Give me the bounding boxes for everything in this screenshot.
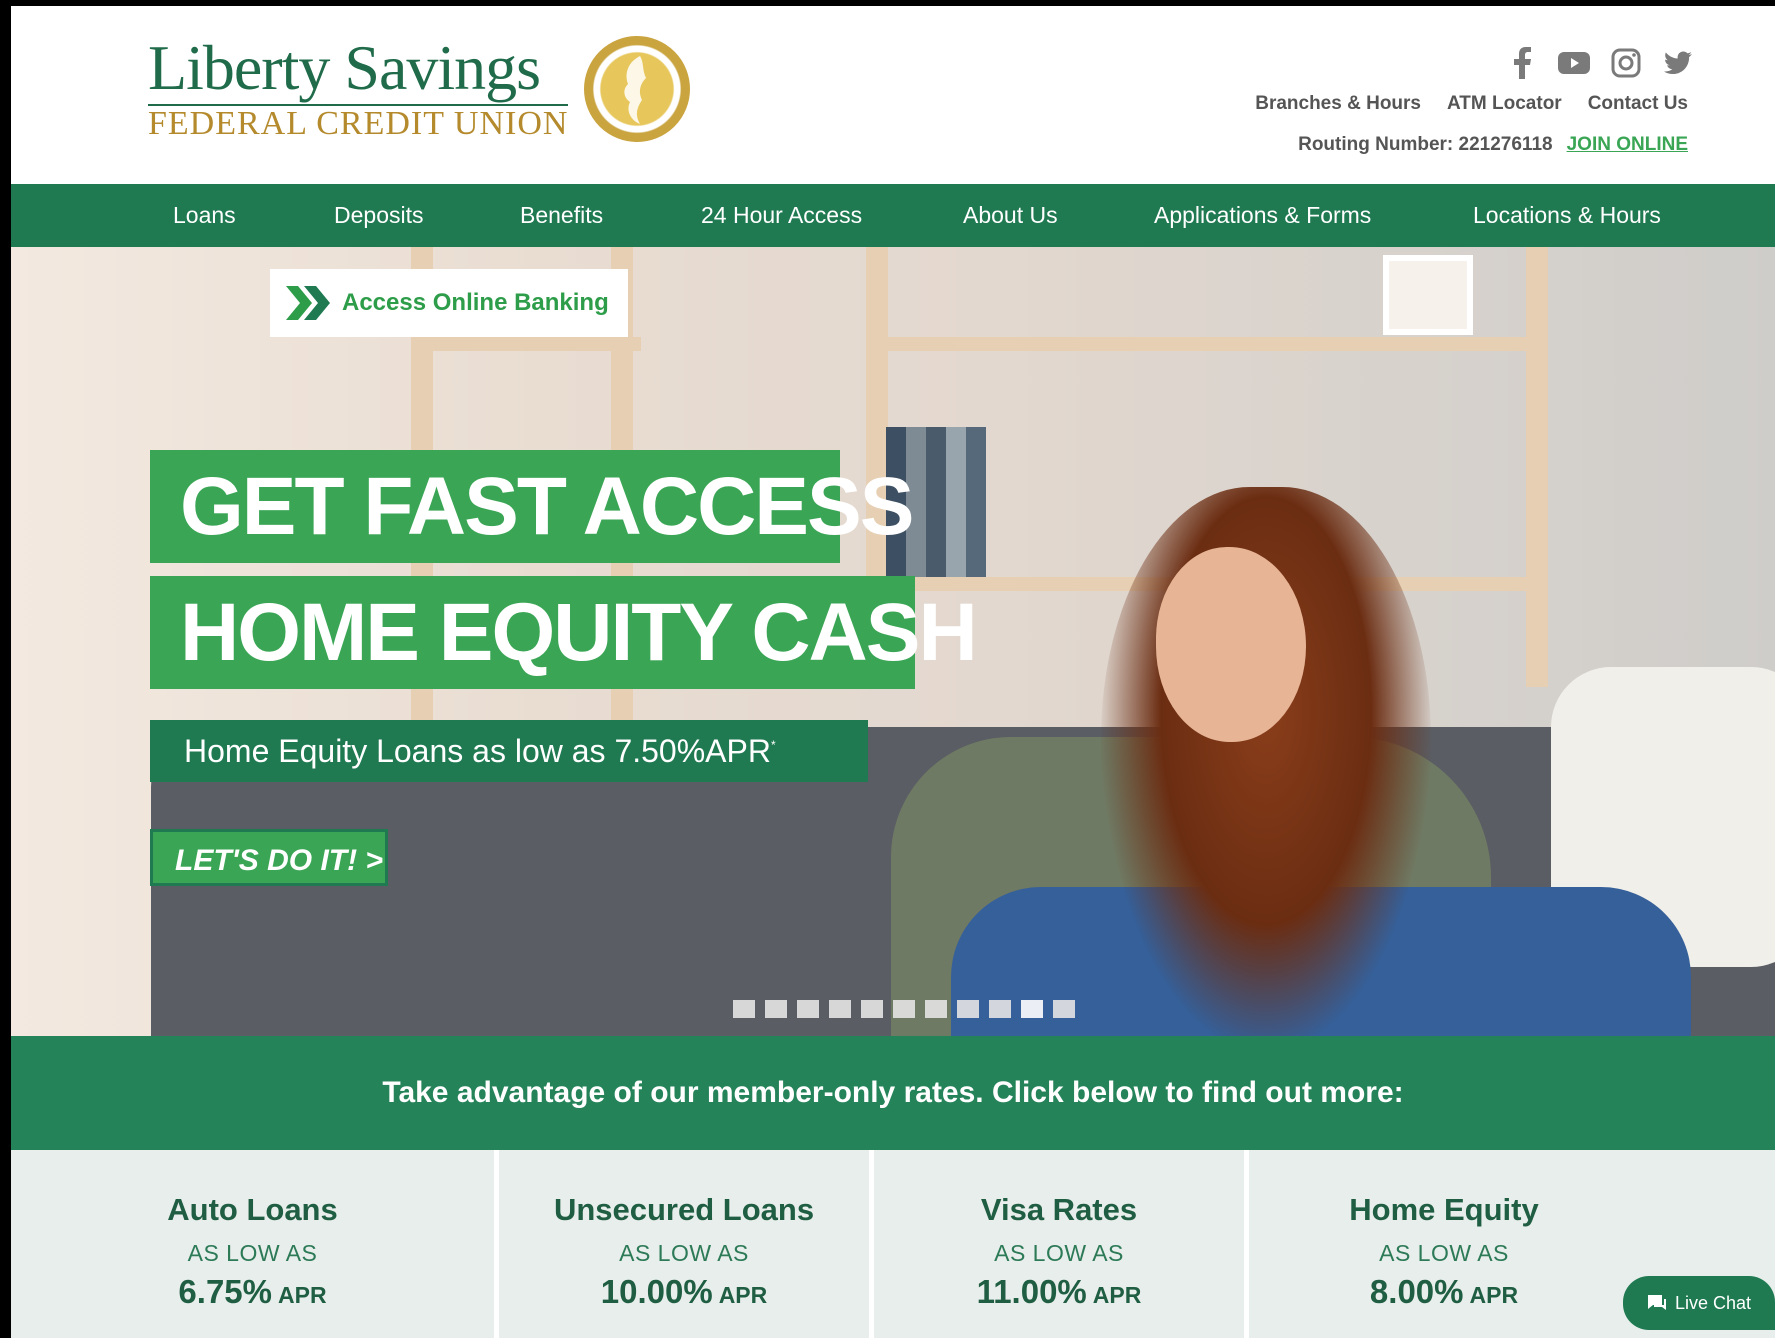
branches-hours-link[interactable]: Branches & Hours (1255, 93, 1421, 115)
person-face (1156, 547, 1306, 742)
slider-dot[interactable] (829, 1000, 851, 1018)
shelf-board (411, 337, 641, 351)
rate-value: 8.00% APR (1249, 1273, 1639, 1311)
facebook-icon[interactable] (1505, 46, 1539, 80)
twitter-icon[interactable] (1661, 46, 1695, 80)
join-online-link[interactable]: JOIN ONLINE (1567, 134, 1688, 156)
shelf-post (1526, 247, 1548, 687)
rate-as-low-as: AS LOW AS (1379, 1240, 1509, 1266)
utility-links: Branches & Hours ATM Locator Contact Us (1255, 93, 1688, 115)
nav-about-us[interactable]: About Us (963, 184, 1058, 247)
hero-subline-footnote-mark: * (770, 738, 776, 752)
slider-dot[interactable] (1053, 1000, 1075, 1018)
slider-dot[interactable] (989, 1000, 1011, 1018)
hero-slider: Access Online Banking GET FAST ACCESS HO… (11, 247, 1775, 1036)
youtube-icon[interactable] (1557, 46, 1591, 80)
slider-dot[interactable] (893, 1000, 915, 1018)
rate-as-low-as: AS LOW AS (187, 1240, 318, 1266)
rate-value: 10.00% APR (499, 1273, 869, 1311)
rate-as-low-as: AS LOW AS (994, 1240, 1124, 1266)
access-online-banking-label: Access Online Banking (342, 289, 609, 316)
rate-unit: APR (1469, 1282, 1519, 1308)
rate-unit: APR (1092, 1282, 1142, 1308)
rate-card-unsecured-loans[interactable]: Unsecured Loans AS LOW AS 10.00% APR (499, 1150, 869, 1338)
rate-number: 8.00% (1369, 1273, 1464, 1310)
slider-dot[interactable] (861, 1000, 883, 1018)
rate-title: Unsecured Loans (553, 1192, 815, 1227)
rate-card-auto-loans[interactable]: Auto Loans AS LOW AS 6.75% APR (11, 1150, 494, 1338)
slider-dot[interactable] (733, 1000, 755, 1018)
rate-value: 6.75% APR (11, 1273, 494, 1311)
nav-24-hour-access[interactable]: 24 Hour Access (701, 184, 862, 247)
routing-bar: Routing Number: 221276118 JOIN ONLINE (1298, 134, 1688, 156)
rate-number: 11.00% (976, 1273, 1087, 1310)
lets-do-it-button[interactable]: LET'S DO IT! > (150, 829, 388, 886)
liberty-seal-icon (584, 36, 690, 142)
nav-locations-hours[interactable]: Locations & Hours (1473, 184, 1661, 247)
atm-locator-link[interactable]: ATM Locator (1447, 93, 1562, 115)
routing-number: Routing Number: 221276118 (1298, 134, 1553, 155)
nav-applications-forms[interactable]: Applications & Forms (1154, 184, 1371, 247)
live-chat-button[interactable]: Live Chat (1623, 1276, 1775, 1330)
hero-headline-1: GET FAST ACCESS (150, 450, 914, 563)
rate-number: 6.75% (178, 1273, 272, 1310)
access-online-banking-button[interactable]: Access Online Banking (270, 269, 628, 337)
promo-band: Take advantage of our member-only rates.… (11, 1036, 1775, 1150)
slider-dots (733, 1000, 1075, 1018)
page: Liberty Savings FEDERAL CREDIT UNION Bra… (11, 6, 1775, 1338)
slider-dot[interactable] (957, 1000, 979, 1018)
double-chevron-icon (286, 286, 330, 320)
rate-title: Visa Rates (980, 1192, 1138, 1227)
rate-card-home-equity[interactable]: Home Equity AS LOW AS 8.00% APR (1249, 1150, 1639, 1338)
chat-bubble-icon (1647, 1295, 1666, 1310)
photo-frame (1383, 255, 1473, 335)
nav-benefits[interactable]: Benefits (520, 184, 603, 247)
hero-subline-text: Home Equity Loans as low as 7.50%APR (184, 733, 771, 769)
contact-us-link[interactable]: Contact Us (1588, 93, 1688, 115)
nav-deposits[interactable]: Deposits (334, 184, 423, 247)
nav-loans[interactable]: Loans (173, 184, 236, 247)
main-nav: Loans Deposits Benefits 24 Hour Access A… (11, 184, 1775, 247)
site-header: Liberty Savings FEDERAL CREDIT UNION Bra… (11, 6, 1775, 184)
live-chat-label: Live Chat (1674, 1292, 1752, 1313)
rate-value: 11.00% APR (874, 1273, 1244, 1311)
rate-number: 10.00% (600, 1273, 713, 1310)
rate-title: Auto Loans (167, 1192, 338, 1227)
slider-dot[interactable] (797, 1000, 819, 1018)
rates-strip: Auto Loans AS LOW AS 6.75% APR Unsecured … (11, 1150, 1775, 1338)
rate-as-low-as: AS LOW AS (619, 1240, 749, 1266)
slider-dot[interactable] (925, 1000, 947, 1018)
rate-unit: APR (278, 1282, 327, 1308)
slider-dot[interactable] (1021, 1000, 1043, 1018)
shelf-board (866, 337, 1546, 351)
slider-dot[interactable] (765, 1000, 787, 1018)
rate-title: Home Equity (1349, 1192, 1539, 1227)
brand-name: Liberty Savings (148, 32, 541, 103)
brand-subtitle: FEDERAL CREDIT UNION (148, 104, 569, 142)
rate-card-visa-rates[interactable]: Visa Rates AS LOW AS 11.00% APR (874, 1150, 1244, 1338)
hero-subline: Home Equity Loans as low as 7.50%APR* (150, 720, 868, 782)
rate-unit: APR (718, 1282, 768, 1308)
instagram-icon[interactable] (1609, 46, 1643, 80)
social-links (1505, 46, 1695, 80)
hero-headline-2: HOME EQUITY CASH (150, 576, 978, 689)
